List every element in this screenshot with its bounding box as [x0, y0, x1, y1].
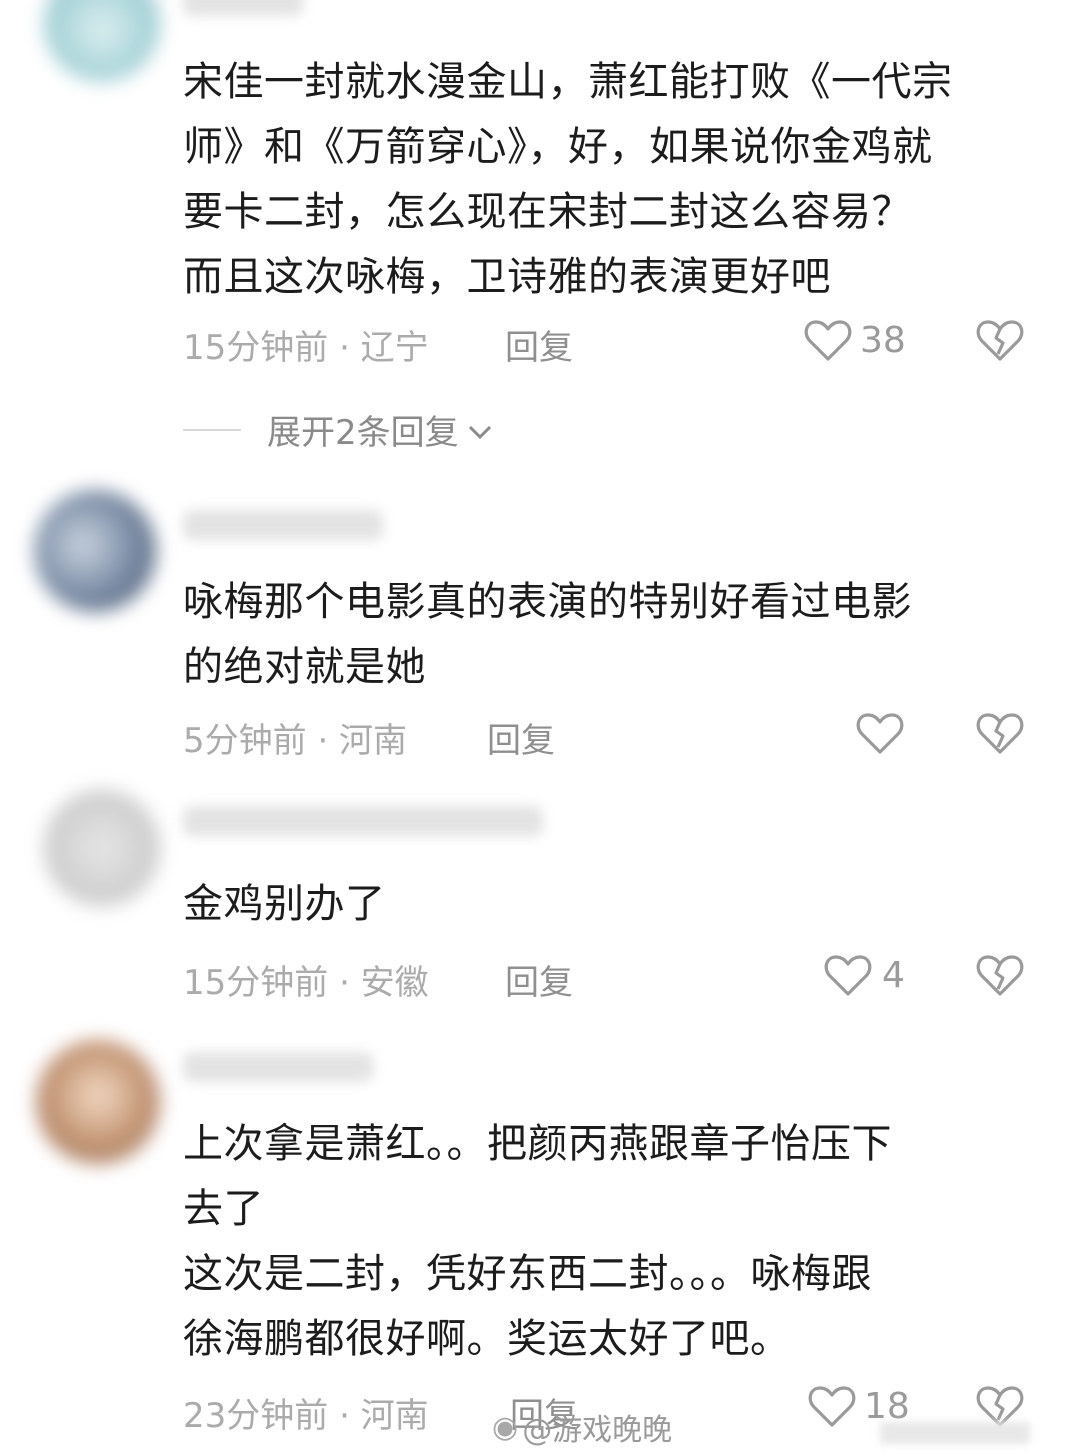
- like-count: 4: [882, 954, 905, 996]
- dislike-button[interactable]: [976, 711, 1024, 759]
- username-blurred: [183, 1052, 373, 1082]
- divider-line: [183, 428, 241, 431]
- avatar[interactable]: [44, 790, 160, 906]
- comment-text: 咏梅那个电影真的表演的特别好看过电影 的绝对就是她: [183, 579, 912, 690]
- dislike-button[interactable]: [976, 318, 1024, 366]
- comment-time-location: 15分钟前 · 安徽: [183, 963, 429, 1003]
- broken-heart-icon: [976, 713, 1024, 759]
- avatar[interactable]: [44, 0, 160, 82]
- expand-replies-label: 展开2条回复: [267, 413, 459, 453]
- watermark: ◉ @游戏晚晚: [492, 1405, 672, 1449]
- watermark-text: @游戏晚晚: [522, 1413, 673, 1448]
- chevron-down-icon: [459, 410, 493, 450]
- comment-text: 上次拿是萧红。。把颜丙燕跟章子怡压下 去了 这次是二封，凭好东西二封。。。咏梅跟…: [183, 1121, 892, 1362]
- broken-heart-icon: [976, 955, 1024, 1001]
- heart-outline-icon: [804, 318, 852, 362]
- comment-time-location: 23分钟前 · 河南: [183, 1396, 429, 1436]
- like-button[interactable]: 4: [824, 953, 905, 997]
- comment-time-location: 15分钟前 · 辽宁: [183, 328, 429, 368]
- like-button[interactable]: [856, 711, 904, 755]
- expand-replies-button[interactable]: 展开2条回复: [183, 405, 493, 454]
- dislike-button[interactable]: [976, 953, 1024, 1001]
- username-blurred: [183, 0, 303, 16]
- heart-outline-icon: [856, 711, 904, 755]
- broken-heart-icon: [976, 320, 1024, 366]
- comment-text: 宋佳一封就水漫金山，萧红能打败《一代宗 师》和《万箭穿心》，好，如果说你金鸡就 …: [183, 59, 953, 300]
- like-count: 38: [860, 319, 906, 361]
- like-button[interactable]: 38: [804, 318, 906, 362]
- reply-button[interactable]: 回复: [505, 320, 573, 369]
- obscured-area: [880, 1422, 1030, 1444]
- like-count: 18: [864, 1385, 910, 1427]
- comment-text: 金鸡别办了: [183, 881, 386, 927]
- reply-button[interactable]: 回复: [487, 713, 555, 762]
- heart-outline-icon: [808, 1384, 856, 1428]
- username-blurred: [183, 806, 543, 836]
- reply-button[interactable]: 回复: [505, 955, 573, 1004]
- heart-outline-icon: [824, 953, 872, 997]
- avatar[interactable]: [36, 1040, 160, 1164]
- avatar[interactable]: [34, 490, 156, 612]
- username-blurred: [183, 510, 383, 540]
- comment-time-location: 5分钟前 · 河南: [183, 721, 408, 761]
- weibo-logo-icon: ◉: [492, 1409, 519, 1445]
